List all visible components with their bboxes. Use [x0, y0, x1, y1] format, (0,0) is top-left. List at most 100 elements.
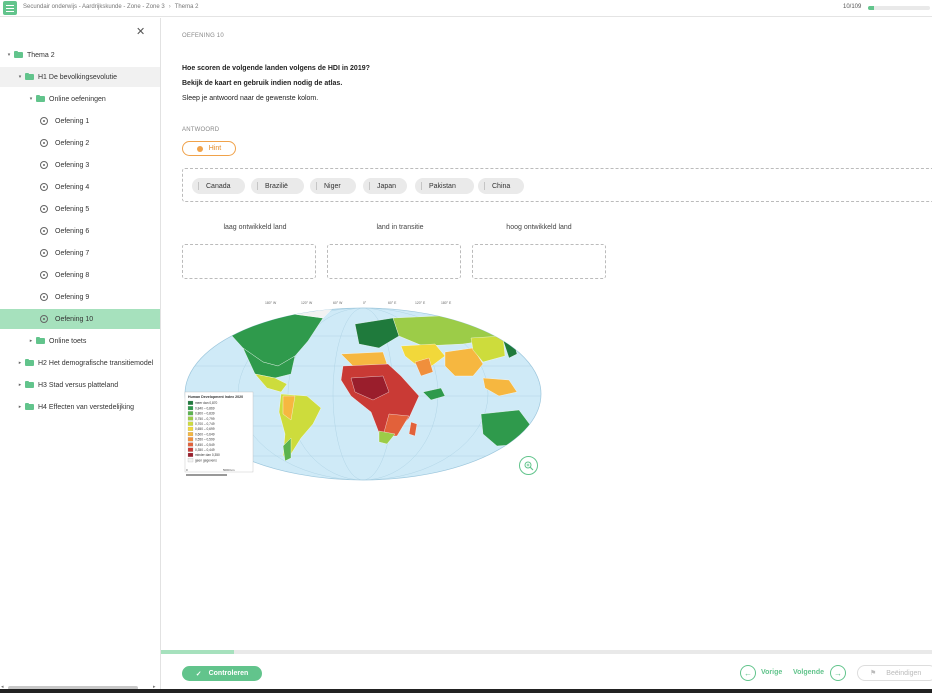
caret-down-icon[interactable]: ▾ — [6, 52, 12, 58]
legend-swatch — [187, 406, 194, 411]
sidebar-item-online-oefeningen[interactable]: ▾ Online oefeningen — [0, 89, 160, 109]
column-title-low: laag ontwikkeld land — [223, 224, 287, 231]
menu-icon[interactable] — [3, 1, 17, 15]
caret-down-icon[interactable]: ▾ — [28, 96, 34, 102]
next-arrow-icon[interactable]: → — [830, 665, 846, 681]
exercise-circle-icon — [40, 249, 48, 257]
next-button[interactable]: Volgende — [793, 669, 824, 676]
breadcrumb: Secundair onderwijs - Aardrijkskunde - Z… — [23, 4, 198, 10]
sidebar-item-label: Oefening 8 — [55, 271, 90, 279]
exercise-circle-icon — [40, 139, 48, 147]
legend-swatch — [187, 421, 194, 426]
sidebar-item-h1-de-bevolkingsevolutie[interactable]: ▾ H1 De bevolkingsevolutie — [0, 67, 160, 87]
lightbulb-icon — [196, 145, 203, 152]
sidebar-item-oefening-3[interactable]: Oefening 3 — [0, 155, 160, 175]
drag-chip-pakistan[interactable]: Pakistan — [415, 178, 474, 194]
legend-swatch — [187, 447, 194, 452]
sidebar-item-oefening-8[interactable]: Oefening 8 — [0, 265, 160, 285]
sidebar-item-online-toets[interactable]: ▸ Online toets — [0, 331, 160, 351]
legend-label: 0,550 – 0,599 — [195, 438, 215, 442]
exercise-circle-icon — [40, 117, 48, 125]
sidebar-item-label: Online toets — [49, 337, 87, 345]
caret-down-icon[interactable]: ▾ — [17, 74, 23, 80]
drag-chip-japan[interactable]: Japan — [363, 178, 407, 194]
legend-label: 0,840 – 0,869 — [195, 406, 215, 410]
sidebar-item-oefening-6[interactable]: Oefening 6 — [0, 221, 160, 241]
map-longitude-label: 0° — [363, 301, 367, 305]
progress-counter: 10/109 — [843, 4, 862, 10]
sidebar-item-label: Thema 2 — [27, 51, 55, 59]
sidebar-item-oefening-9[interactable]: Oefening 9 — [0, 287, 160, 307]
exercise-circle-icon — [40, 183, 48, 191]
chip-label: Pakistan — [429, 182, 456, 190]
column-title-transition: land in transitie — [376, 224, 424, 231]
sidebar-item-h3-stad-versus-platteland[interactable]: ▸ H3 Stad versus platteland — [0, 375, 160, 395]
breadcrumb-item[interactable]: Thema 2 — [175, 4, 199, 10]
legend-label: geen gegevens — [195, 458, 217, 462]
question-subtext: Bekijk de kaart en gebruik indien nodig … — [182, 80, 343, 87]
legend-label: meer dan 0,870 — [195, 401, 218, 405]
drag-chip-niger[interactable]: Niger — [310, 178, 356, 194]
drag-chip-brazilie[interactable]: Brazilië — [251, 178, 304, 194]
breadcrumb-item[interactable]: Secundair onderwijs - Aardrijkskunde - Z… — [23, 4, 165, 10]
drag-chip-china[interactable]: China — [478, 178, 524, 194]
caret-right-icon[interactable]: ▸ — [28, 338, 34, 344]
legend-label: 0,750 – 0,799 — [195, 417, 215, 421]
caret-right-icon[interactable]: ▸ — [17, 360, 23, 366]
previous-arrow-icon[interactable]: ← — [740, 665, 756, 681]
exercise-circle-icon — [40, 161, 48, 169]
previous-button[interactable]: Vorige — [761, 669, 782, 676]
map-longitude-label: 120° W — [301, 301, 313, 305]
legend-label: 0,800 – 0,839 — [195, 412, 215, 416]
sidebar-item-label: Oefening 5 — [55, 205, 90, 213]
checkmark-icon: ✓ — [195, 670, 202, 678]
sidebar-item-label: Oefening 9 — [55, 293, 90, 301]
sidebar-item-oefening-7[interactable]: Oefening 7 — [0, 243, 160, 263]
sidebar-item-oefening-2[interactable]: Oefening 2 — [0, 133, 160, 153]
answer-label: ANTWOORD — [182, 127, 220, 133]
sidebar-item-h4-effecten-van-verstedelijking[interactable]: ▸ H4 Effecten van verstedelijking — [0, 397, 160, 417]
sidebar-item-label: Oefening 3 — [55, 161, 90, 169]
caret-right-icon[interactable]: ▸ — [17, 404, 23, 410]
legend-swatch — [187, 452, 194, 457]
exercise-circle-icon — [40, 293, 48, 301]
sidebar-item-h2-het-demografische-transitiemodel[interactable]: ▸ H2 Het demografische transitiemodel — [0, 353, 160, 373]
exercise-title: OEFENING 10 — [182, 33, 224, 39]
folder-icon — [36, 94, 45, 102]
progress-bar-fill — [868, 6, 874, 10]
sidebar-item-oefening-1[interactable]: Oefening 1 — [0, 111, 160, 131]
sidebar-item-label: Oefening 2 — [55, 139, 90, 147]
sidebar-item-thema-2[interactable]: ▾ Thema 2 — [0, 45, 160, 65]
window-bottom-edge — [0, 689, 932, 693]
legend-title: Human Development Index 2020 — [188, 395, 243, 399]
hint-button[interactable]: Hint — [182, 141, 236, 156]
exercise-circle-icon — [40, 271, 48, 279]
top-bar: Secundair onderwijs - Aardrijkskunde - Z… — [0, 0, 932, 17]
chip-label: Brazilië — [265, 182, 288, 190]
finish-button[interactable]: ⚑ Beëindigen — [857, 665, 932, 681]
chip-label: China — [492, 182, 511, 190]
caret-right-icon[interactable]: ▸ — [17, 382, 23, 388]
sidebar-item-oefening-5[interactable]: Oefening 5 — [0, 199, 160, 219]
drop-zone-high[interactable] — [472, 244, 606, 279]
legend-swatch — [187, 416, 194, 421]
sidebar-item-oefening-10[interactable]: Oefening 10 — [0, 309, 160, 329]
drop-zone-low[interactable] — [182, 244, 316, 279]
folder-icon — [36, 336, 45, 344]
sidebar: ✕ ▾ Thema 2 ▾ H1 De bevolkingsevolutie ▾ Onli… — [0, 18, 161, 693]
chip-label: Canada — [206, 182, 231, 190]
legend-swatch — [187, 458, 194, 463]
drop-zone-transition[interactable] — [327, 244, 461, 279]
legend-label: 0,600 – 0,649 — [195, 432, 215, 436]
close-icon[interactable]: ✕ — [136, 25, 145, 38]
zoom-in-button[interactable] — [519, 456, 538, 475]
legend-label: 0,350 – 0,449 — [195, 448, 215, 452]
check-button[interactable]: ✓ Controleren — [182, 666, 262, 681]
progress-bar — [868, 6, 930, 10]
sidebar-item-oefening-4[interactable]: Oefening 4 — [0, 177, 160, 197]
sidebar-item-label: H2 Het demografische transitiemodel — [38, 359, 154, 367]
drag-chip-canada[interactable]: Canada — [192, 178, 245, 194]
answer-pool[interactable]: Canada Brazilië Niger Japan Pakistan Chi… — [182, 168, 932, 202]
legend-swatch — [187, 411, 194, 416]
hdi-world-map[interactable]: 180° W 120° W 60° W 0° 60° E 120° E 180°… — [183, 296, 543, 481]
